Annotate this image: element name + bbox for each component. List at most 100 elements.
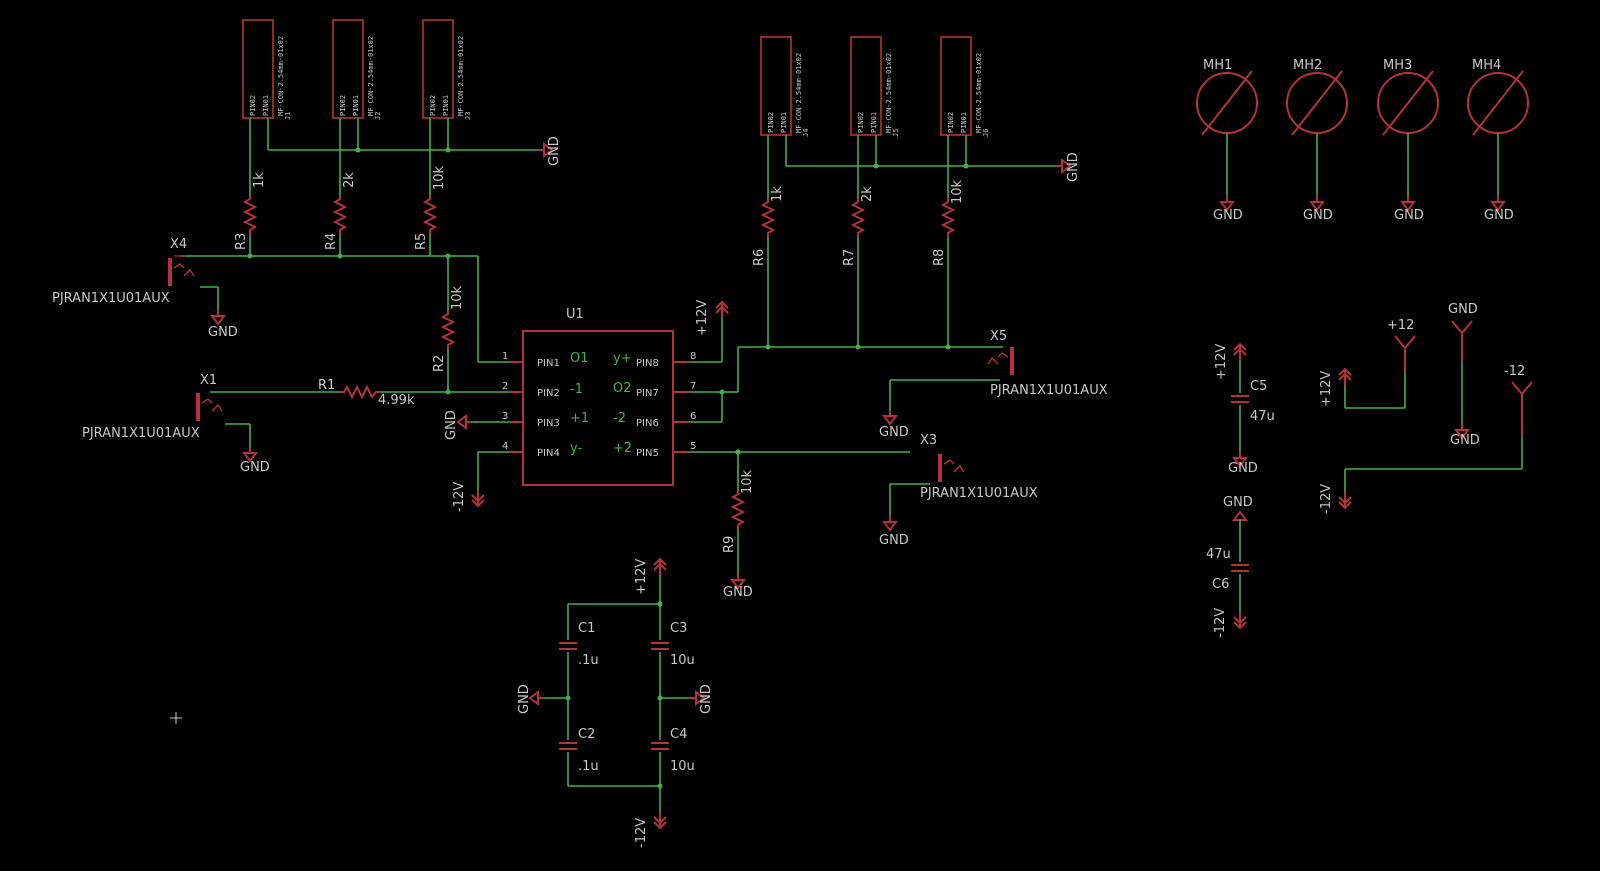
- gnd-symbol-x4: GND: [208, 309, 238, 340]
- connector-j4[interactable]: PIN02 PIN01 MF-CON-2.54mm-01x02 J4: [760, 36, 810, 158]
- x1-name: X1: [200, 373, 217, 388]
- svg-text:GND: GND: [1228, 461, 1258, 476]
- svg-text:R7: R7: [842, 249, 857, 266]
- capacitor-c6[interactable]: GND 47u C6 -12V: [1206, 495, 1253, 638]
- opamp-u1[interactable]: U1 1 2 3 4 8 7 6 5 PIN1 PIN2 PIN3 PIN4 P…: [502, 307, 696, 486]
- svg-text:10u: 10u: [670, 653, 695, 668]
- capacitor-c1[interactable]: C1 .1u: [558, 621, 599, 668]
- svg-text:7: 7: [690, 381, 696, 392]
- svg-text:-12V: -12V: [1319, 484, 1334, 514]
- connector-j1[interactable]: PIN02 PIN01 MF-CON-2.54mm-01x02 J1: [242, 19, 292, 120]
- jack-x5[interactable]: X5 PJRAN1X1U01AUX: [987, 329, 1108, 398]
- svg-text:J5: J5: [892, 129, 900, 137]
- power-m12v-decoupling: -12V: [634, 811, 667, 848]
- svg-text:C4: C4: [670, 727, 687, 742]
- svg-text:PIN01: PIN01: [870, 112, 878, 133]
- svg-text:PIN7: PIN7: [636, 388, 659, 399]
- gnd-symbol-x1: GND: [240, 446, 270, 475]
- svg-text:MH2: MH2: [1293, 58, 1322, 73]
- svg-text:+12V: +12V: [1319, 371, 1334, 407]
- svg-text:GND: GND: [1223, 495, 1253, 510]
- capacitor-c5[interactable]: +12V C5 47u GND: [1214, 343, 1275, 476]
- svg-text:+2: +2: [613, 441, 632, 456]
- svg-text:.1u: .1u: [578, 653, 599, 668]
- svg-text:+12V: +12V: [634, 559, 649, 595]
- wires-j-top: [249, 118, 538, 195]
- svg-text:-12V: -12V: [452, 482, 467, 512]
- svg-text:J4: J4: [802, 129, 810, 137]
- resistor-r1[interactable]: R1 4.99k: [318, 378, 415, 408]
- j1-name: J1: [284, 112, 292, 120]
- svg-text:2k: 2k: [860, 186, 875, 202]
- svg-text:-2: -2: [613, 411, 626, 426]
- u1-name: U1: [566, 307, 584, 322]
- svg-text:PIN4: PIN4: [537, 448, 560, 459]
- connector-j2[interactable]: PIN02 PIN01 MF-CON-2.54mm-01x02 J2: [332, 19, 382, 120]
- jack-x3[interactable]: X3 PJRAN1X1U01AUX: [920, 433, 1038, 501]
- svg-text:GND: GND: [699, 684, 714, 714]
- svg-text:47u: 47u: [1206, 547, 1231, 562]
- gnd-symbol-c-left: GND: [517, 684, 544, 714]
- svg-text:GND: GND: [1448, 302, 1478, 317]
- x4-value: PJRAN1X1U01AUX: [52, 291, 170, 306]
- jack-x4[interactable]: X4 PJRAN1X1U01AUX: [52, 237, 196, 306]
- svg-text:+12: +12: [1387, 318, 1414, 333]
- gnd-symbol-j-top-right: GND: [1056, 152, 1081, 182]
- jack-x1[interactable]: X1 PJRAN1X1U01AUX: [82, 373, 224, 441]
- capacitor-c2[interactable]: C2 .1u: [558, 727, 599, 774]
- j1-pin01: PIN01: [262, 95, 270, 116]
- j3-name: J3: [464, 112, 472, 120]
- svg-text:PIN5: PIN5: [636, 448, 659, 459]
- power-port-p12[interactable]: +12 +12V: [1319, 318, 1416, 409]
- crosshair-cursor-icon: [170, 712, 182, 724]
- svg-text:5: 5: [690, 441, 696, 452]
- svg-text:MF-CON-2.54mm-01x02: MF-CON-2.54mm-01x02: [795, 53, 803, 133]
- svg-text:GND: GND: [723, 585, 753, 600]
- r2-name: R2: [432, 355, 447, 372]
- gnd-symbol-x5: GND: [879, 409, 909, 440]
- svg-text:PIN02: PIN02: [767, 112, 775, 133]
- capacitor-c4[interactable]: C4 10u: [650, 727, 695, 774]
- j2-pin01: PIN01: [352, 95, 360, 116]
- j3-value: MF-CON-2.54mm-01x02: [457, 36, 465, 116]
- svg-text:X5: X5: [990, 329, 1007, 344]
- mounting-hole-mh2[interactable]: MH2 GND: [1286, 58, 1348, 223]
- r3-value: 1k: [252, 172, 267, 188]
- power-p12v-decoupling: +12V: [634, 558, 667, 595]
- r5-name: R5: [414, 233, 429, 250]
- svg-text:1: 1: [502, 351, 508, 362]
- svg-text:-12V: -12V: [1213, 608, 1228, 638]
- svg-text:PIN02: PIN02: [947, 112, 955, 133]
- capacitor-c3[interactable]: C3 10u: [650, 621, 695, 668]
- connector-j6[interactable]: PIN02 PIN01 MF-CON-2.54mm-01x02 J6: [940, 36, 990, 158]
- mounting-hole-mh1[interactable]: MH1 GND: [1196, 58, 1258, 223]
- svg-text:3: 3: [502, 411, 508, 422]
- connector-j5[interactable]: PIN02 PIN01 MF-CON-2.54mm-01x02 J5: [850, 36, 900, 158]
- svg-text:GND: GND: [1213, 208, 1243, 223]
- svg-text:C3: C3: [670, 621, 687, 636]
- mounting-hole-mh4[interactable]: MH4 GND: [1467, 58, 1529, 223]
- svg-text:GND: GND: [240, 460, 270, 475]
- svg-text:PJRAN1X1U01AUX: PJRAN1X1U01AUX: [990, 383, 1108, 398]
- j1-pin02: PIN02: [249, 95, 257, 116]
- svg-text:GND: GND: [517, 684, 532, 714]
- schematic-canvas[interactable]: PIN02 PIN01 MF-CON-2.54mm-01x02 J1 PIN02…: [0, 0, 1600, 871]
- power-port-gnd[interactable]: GND GND: [1448, 302, 1480, 448]
- wires-pin5: [690, 449, 930, 575]
- j2-pin02: PIN02: [339, 95, 347, 116]
- power-port-m12[interactable]: -12 -12V: [1319, 364, 1533, 514]
- connector-j3[interactable]: PIN02 PIN01 MF-CON-2.54mm-01x02 J3: [422, 19, 472, 120]
- svg-text:GND: GND: [879, 533, 909, 548]
- gnd-symbol-u1-pin3: GND: [444, 410, 472, 440]
- gnd-label: GND: [547, 136, 562, 166]
- svg-text:PIN01: PIN01: [960, 112, 968, 133]
- gnd-symbol-c-right: GND: [690, 684, 714, 714]
- svg-text:O2: O2: [613, 381, 632, 396]
- svg-text:1k: 1k: [770, 186, 785, 202]
- svg-text:R9: R9: [722, 536, 737, 553]
- mounting-hole-mh3[interactable]: MH3 GND: [1377, 58, 1439, 223]
- svg-text:y+: y+: [613, 351, 632, 366]
- svg-text:8: 8: [690, 351, 696, 362]
- svg-text:y-: y-: [570, 441, 582, 456]
- svg-text:R6: R6: [752, 249, 767, 266]
